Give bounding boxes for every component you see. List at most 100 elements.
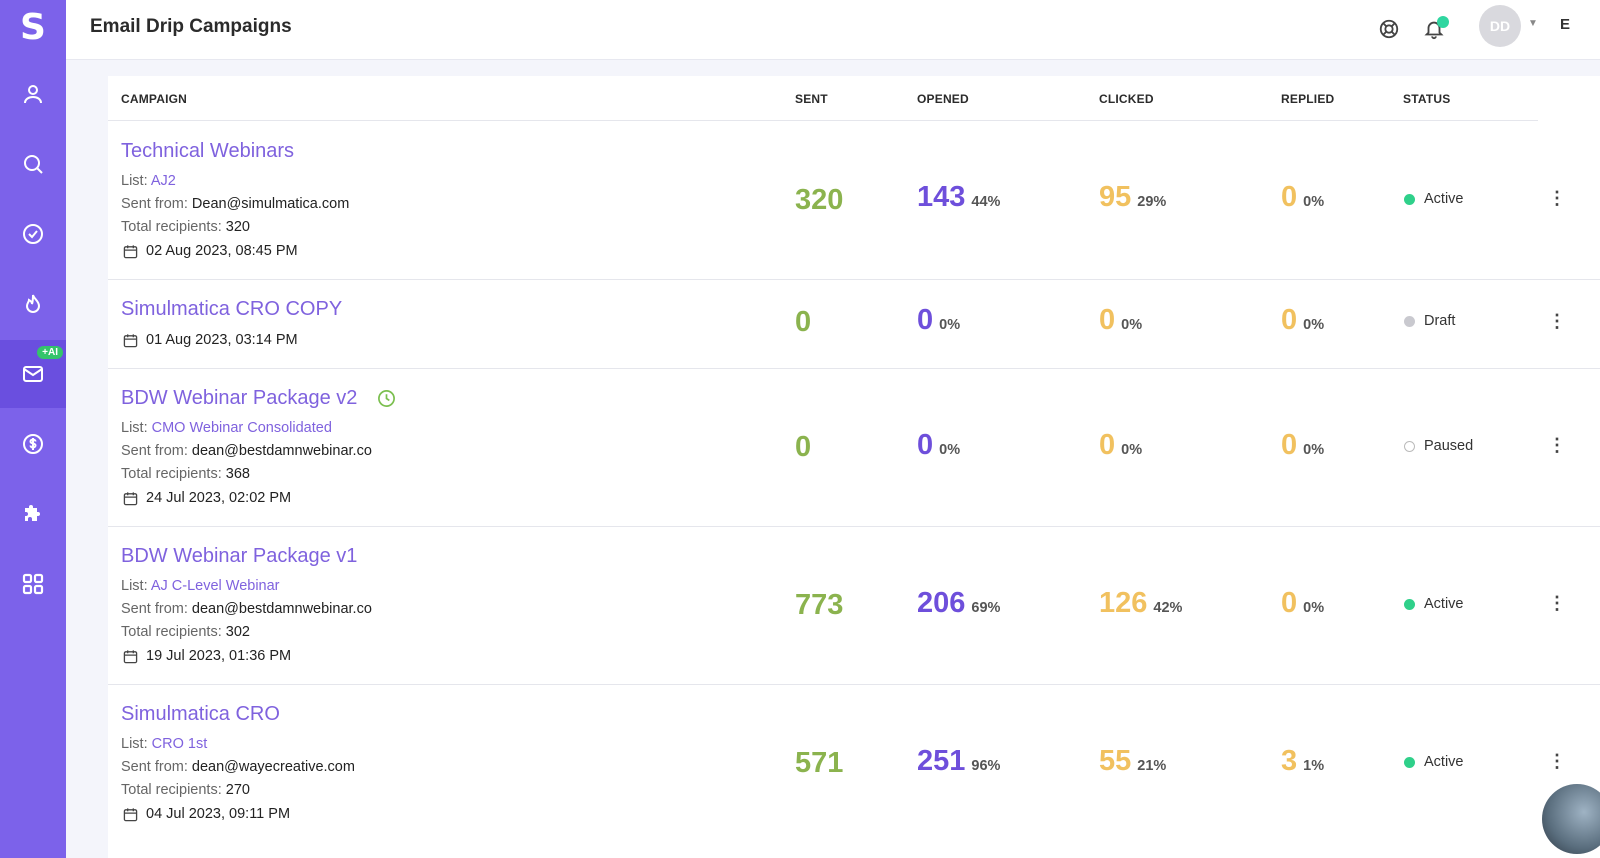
page-title: Email Drip Campaigns: [90, 16, 292, 37]
opened-pct: 0%: [939, 442, 961, 458]
grid-icon: [22, 573, 44, 595]
status-label: Draft: [1424, 313, 1456, 329]
chevron-down-icon[interactable]: ▼: [1528, 18, 1538, 29]
from-value: dean@wayecreative.com: [191, 759, 355, 775]
clicked-value: 55: [1099, 745, 1132, 777]
from-label: Sent from:: [121, 601, 188, 617]
sidebar-item-search[interactable]: [0, 130, 66, 198]
calendar-icon: [123, 333, 138, 347]
campaign-recipients: Total recipients: 320: [121, 219, 250, 235]
campaign-date: 19 Jul 2023, 01:36 PM: [123, 648, 291, 664]
opened-count: 206 69%: [917, 587, 1000, 620]
from-label: Sent from:: [121, 443, 188, 459]
list-link[interactable]: CMO Webinar Consolidated: [152, 420, 332, 436]
sidebar-item-contacts[interactable]: [0, 60, 66, 128]
row-menu-button[interactable]: ⋮: [1548, 189, 1566, 207]
opened-value: 0: [917, 304, 934, 336]
campaign-date: 04 Jul 2023, 09:11 PM: [123, 806, 290, 822]
app-logo[interactable]: S: [0, 0, 66, 54]
calendar-icon: [123, 244, 138, 258]
clicked-value: 0: [1099, 429, 1116, 461]
puzzle-icon: [25, 505, 40, 521]
table-row[interactable]: Simulmatica CRO List: CRO 1st Sent from:…: [108, 685, 1600, 858]
top-header: Email Drip Campaigns DD ▼ E: [66, 0, 1600, 60]
recipients-value: 302: [225, 624, 250, 640]
list-link[interactable]: CRO 1st: [152, 736, 208, 752]
campaign-title[interactable]: Simulmatica CRO COPY: [121, 298, 342, 321]
opened-count: 0 0%: [917, 429, 960, 462]
table-row[interactable]: BDW Webinar Package v2 List: CMO Webinar…: [108, 369, 1600, 527]
opened-value: 206: [917, 587, 966, 619]
user-name-cut: E: [1560, 16, 1571, 33]
campaign-title[interactable]: Simulmatica CRO: [121, 703, 280, 726]
lifebuoy-icon: [1379, 19, 1399, 39]
table-row[interactable]: Simulmatica CRO COPY 01 Aug 2023, 03:14 …: [108, 280, 1600, 369]
campaign-list: List: AJ2: [121, 173, 176, 189]
calendar-icon: [123, 649, 138, 663]
campaign-date: 24 Jul 2023, 02:02 PM: [123, 490, 291, 506]
sidebar: S +AI: [0, 0, 66, 858]
date-value: 04 Jul 2023, 09:11 PM: [146, 806, 291, 822]
campaign-title[interactable]: Technical Webinars: [121, 140, 294, 163]
sidebar-item-billing[interactable]: [0, 410, 66, 478]
status-badge: Paused: [1404, 438, 1473, 454]
clicked-pct: 29%: [1137, 194, 1167, 210]
help-button[interactable]: [1374, 14, 1404, 44]
replied-pct: 0%: [1303, 442, 1325, 458]
opened-pct: 69%: [971, 600, 1001, 616]
campaign-title[interactable]: BDW Webinar Package v2: [121, 387, 357, 409]
sidebar-item-apps[interactable]: [0, 550, 66, 618]
list-link[interactable]: AJ2: [151, 173, 176, 189]
col-campaign: CAMPAIGN: [121, 92, 188, 106]
flame-icon: [25, 294, 41, 313]
sent-count: 320: [795, 184, 844, 216]
sidebar-item-email[interactable]: +AI: [0, 340, 66, 408]
list-link[interactable]: AJ C-Level Webinar: [151, 578, 280, 594]
col-opened: OPENED: [917, 92, 969, 106]
opened-count: 143 44%: [917, 181, 1000, 214]
from-value: Dean@simulmatica.com: [191, 196, 350, 212]
row-menu-button[interactable]: ⋮: [1548, 436, 1566, 454]
campaign-recipients: Total recipients: 302: [121, 624, 250, 640]
list-label: List:: [121, 578, 148, 594]
campaign-title[interactable]: BDW Webinar Package v1: [121, 545, 357, 568]
from-value: dean@bestdamnwebinar.co: [191, 443, 372, 459]
sidebar-item-tasks[interactable]: [0, 200, 66, 268]
recipients-value: 320: [225, 219, 250, 235]
notifications-button[interactable]: [1419, 14, 1449, 44]
opened-count: 251 96%: [917, 745, 1000, 778]
table-row[interactable]: BDW Webinar Package v1 List: AJ C-Level …: [108, 527, 1600, 685]
status-dot-icon: [1404, 756, 1415, 768]
sidebar-item-integrations[interactable]: [0, 480, 66, 548]
row-menu-button[interactable]: ⋮: [1548, 594, 1566, 612]
col-status: STATUS: [1403, 92, 1451, 106]
clicked-pct: 21%: [1137, 758, 1167, 774]
clicked-pct: 42%: [1153, 600, 1183, 616]
campaign-sender: Sent from: dean@wayecreative.com: [121, 759, 355, 775]
clicked-value: 0: [1099, 304, 1116, 336]
replied-count: 3 1%: [1281, 745, 1324, 778]
table-row[interactable]: Technical Webinars List: AJ2 Sent from: …: [108, 122, 1600, 280]
replied-value: 0: [1281, 587, 1298, 619]
campaign-sender: Sent from: Dean@simulmatica.com: [121, 196, 349, 212]
replied-pct: 0%: [1303, 600, 1325, 616]
status-dot-icon: [1404, 440, 1415, 452]
recipients-label: Total recipients:: [121, 624, 222, 640]
list-label: List:: [121, 736, 148, 752]
sidebar-item-hot[interactable]: [0, 270, 66, 338]
sent-count: 571: [795, 747, 844, 779]
col-replied: REPLIED: [1281, 92, 1335, 106]
opened-value: 0: [917, 429, 934, 461]
status-label: Paused: [1424, 438, 1474, 454]
avatar[interactable]: DD: [1479, 5, 1521, 47]
row-menu-button[interactable]: ⋮: [1548, 752, 1566, 770]
campaign-list: List: AJ C-Level Webinar: [121, 578, 280, 594]
status-badge: Active: [1404, 191, 1464, 207]
row-menu-button[interactable]: ⋮: [1548, 312, 1566, 330]
opened-count: 0 0%: [917, 304, 960, 337]
recipients-label: Total recipients:: [121, 219, 222, 235]
opened-pct: 0%: [939, 317, 961, 333]
recipients-label: Total recipients:: [121, 782, 222, 798]
replied-count: 0 0%: [1281, 181, 1324, 214]
table-header: CAMPAIGN SENT OPENED CLICKED REPLIED STA…: [108, 76, 1538, 121]
